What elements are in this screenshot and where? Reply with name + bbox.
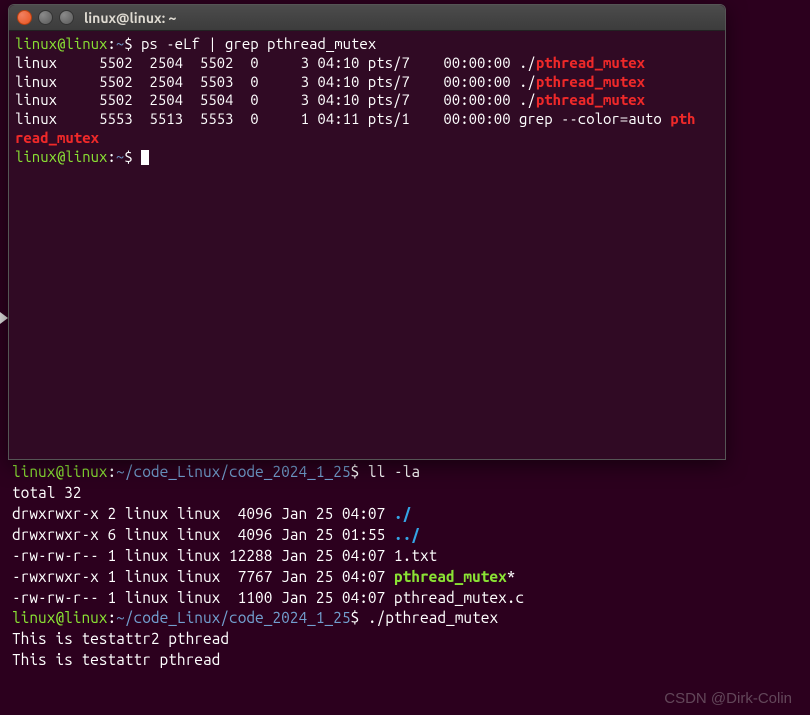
- grep-match: pthread_mutex: [536, 54, 645, 71]
- left-indicator-icon: [0, 312, 8, 324]
- ps-output-row: linux 5553 5513 5553 0 1 04:11 pts/1 00:…: [15, 110, 670, 127]
- maximize-icon[interactable]: [59, 10, 74, 25]
- prompt-path: ~: [116, 35, 124, 52]
- prompt-path: ~/code_Linux/code_2024_1_25: [116, 609, 350, 626]
- file-row: drwxrwxr-x 6 linux linux 4096 Jan 25 01:…: [12, 526, 394, 543]
- prompt-user: linux@linux: [15, 148, 107, 165]
- file-row: drwxrwxr-x 2 linux linux 4096 Jan 25 04:…: [12, 505, 394, 522]
- file-name: 1.txt: [394, 547, 437, 564]
- program-output: This is testattr2 pthread: [12, 630, 229, 647]
- file-name: ./: [394, 505, 411, 522]
- close-icon[interactable]: [17, 10, 32, 25]
- grep-match: pthread_mutex: [536, 73, 645, 90]
- file-name: pthread_mutex.c: [394, 589, 524, 606]
- prompt-path: ~/code_Linux/code_2024_1_25: [116, 463, 350, 480]
- ps-output-row: linux 5502 2504 5504 0 3 04:10 pts/7 00:…: [15, 91, 536, 108]
- file-row: -rwxrwxr-x 1 linux linux 7767 Jan 25 04:…: [12, 568, 394, 585]
- prompt-path: ~: [116, 148, 124, 165]
- prompt-user: linux@linux: [12, 463, 107, 480]
- ps-output-row: linux 5502 2504 5502 0 3 04:10 pts/7 00:…: [15, 54, 536, 71]
- titlebar[interactable]: linux@linux: ~: [9, 5, 725, 31]
- total-line: total 32: [12, 484, 81, 501]
- file-row: -rw-rw-r-- 1 linux linux 1100 Jan 25 04:…: [12, 589, 394, 606]
- file-name: ../: [394, 526, 420, 543]
- file-row: -rw-rw-r-- 1 linux linux 12288 Jan 25 04…: [12, 547, 394, 564]
- program-output: This is testattr pthread: [12, 651, 220, 668]
- grep-match: pthread_mutex: [536, 91, 645, 108]
- ps-output-row: linux 5502 2504 5503 0 3 04:10 pts/7 00:…: [15, 73, 536, 90]
- cursor-icon: [141, 150, 149, 165]
- command-text: ./pthread_mutex: [368, 609, 498, 626]
- file-name: pthread_mutex: [394, 568, 507, 585]
- prompt-user: linux@linux: [12, 609, 107, 626]
- minimize-icon[interactable]: [38, 10, 53, 25]
- terminal-window: linux@linux: ~ linux@linux:~$ ps -eLf | …: [8, 4, 726, 460]
- command-text: ll -la: [368, 463, 420, 480]
- prompt-user: linux@linux: [15, 35, 107, 52]
- foreground-terminal[interactable]: linux@linux:~$ ps -eLf | grep pthread_mu…: [9, 31, 725, 459]
- watermark: CSDN @Dirk-Colin: [664, 690, 792, 707]
- window-controls: [17, 10, 74, 25]
- command-text: ps -eLf | grep pthread_mutex: [141, 35, 376, 52]
- window-title: linux@linux: ~: [84, 10, 176, 26]
